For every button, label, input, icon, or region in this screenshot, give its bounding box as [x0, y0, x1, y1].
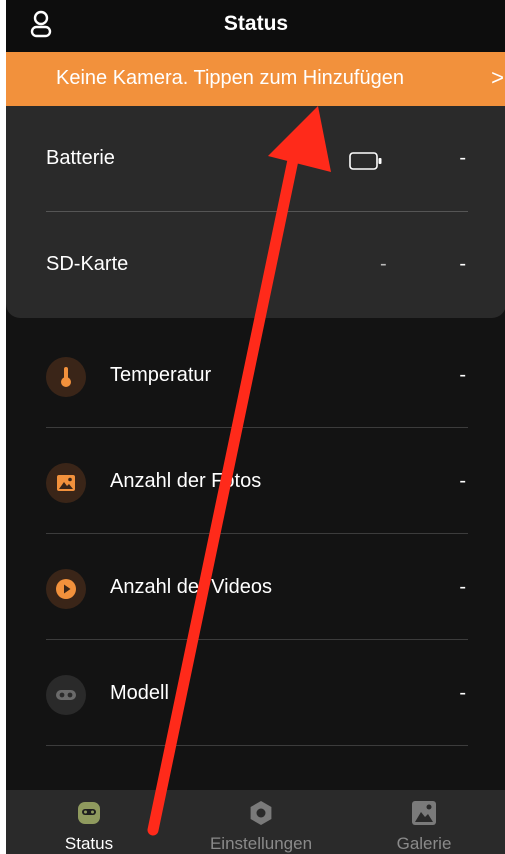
- thermometer-icon: [46, 357, 86, 397]
- model-value: -: [459, 682, 466, 704]
- tab-gallery-label: Galerie: [396, 834, 452, 853]
- device-status-card: Batterie - SD-Karte - -: [6, 106, 505, 318]
- divider: [46, 745, 468, 746]
- video-play-icon: [46, 569, 86, 609]
- photo-count-value: -: [459, 470, 466, 492]
- video-count-row: Anzahl der Videos -: [6, 534, 505, 640]
- banner-text: Keine Kamera. Tippen zum Hinzufügen: [56, 67, 404, 89]
- sd-card-value: -: [459, 253, 466, 275]
- temperature-value: -: [459, 364, 466, 386]
- model-label: Modell: [110, 682, 169, 704]
- video-count-value: -: [459, 576, 466, 598]
- sd-card-capacity-value: -: [380, 253, 387, 275]
- chevron-right-icon: >: [491, 65, 504, 90]
- battery-label: Batterie: [46, 147, 115, 169]
- sd-card-label: SD-Karte: [46, 253, 129, 275]
- header-bar: Status: [6, 0, 505, 52]
- tab-gallery[interactable]: Galerie: [374, 790, 474, 854]
- tab-settings-label: Einstellungen: [209, 834, 313, 853]
- page-title: Status: [223, 12, 289, 35]
- add-camera-banner[interactable]: Keine Kamera. Tippen zum Hinzufügen >: [6, 52, 505, 106]
- tab-status[interactable]: Status: [34, 790, 144, 854]
- tab-settings[interactable]: Einstellungen: [191, 790, 331, 854]
- photo-count-row: Anzahl der Fotos -: [6, 428, 505, 534]
- camera-model-icon: [46, 675, 86, 715]
- battery-icon: [349, 152, 382, 170]
- settings-icon: [246, 798, 276, 828]
- photo-count-label: Anzahl der Fotos: [110, 470, 262, 492]
- sd-card-row: SD-Karte - -: [6, 212, 505, 318]
- temperature-row: Temperatur -: [6, 322, 505, 428]
- app-screen: Status Keine Kamera. Tippen zum Hinzufüg…: [6, 0, 505, 854]
- battery-row: Batterie -: [6, 106, 505, 212]
- status-icon: [74, 798, 104, 828]
- video-count-label: Anzahl der Videos: [110, 576, 272, 598]
- bottom-tab-bar: Status Einstellungen Galerie: [6, 790, 505, 854]
- battery-value: -: [459, 147, 466, 169]
- temperature-label: Temperatur: [110, 364, 212, 386]
- tab-status-label: Status: [64, 834, 114, 853]
- model-row: Modell -: [6, 640, 505, 746]
- photo-icon: [46, 463, 86, 503]
- gallery-icon: [409, 798, 439, 828]
